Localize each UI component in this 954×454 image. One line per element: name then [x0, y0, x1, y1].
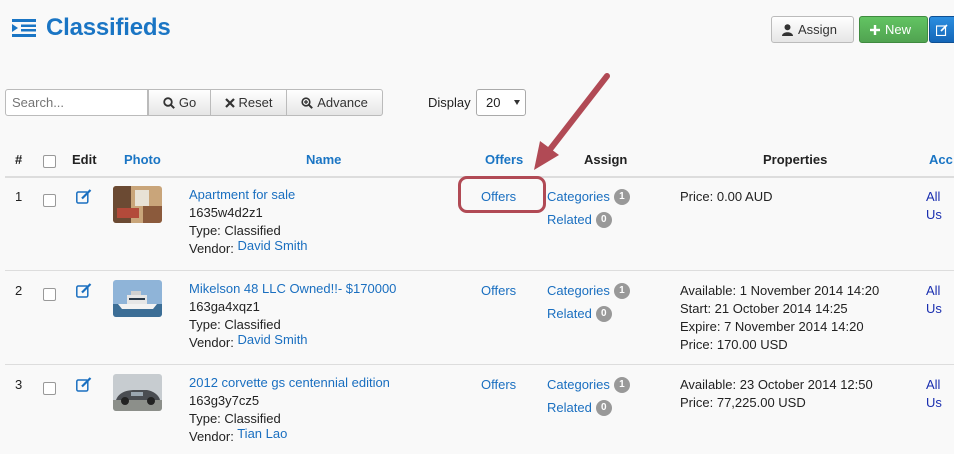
listing-name-link[interactable]: 2012 corvette gs centennial edition: [189, 375, 390, 390]
listing-type: Type: Classified: [189, 317, 281, 332]
assign-button-label: Assign: [798, 22, 838, 37]
annotation-highlight-box: [458, 176, 546, 213]
categories-count-badge: 1: [613, 376, 630, 393]
search-input[interactable]: [5, 89, 148, 116]
assign-button[interactable]: Assign: [771, 16, 854, 43]
page-header: Classifieds: [12, 14, 171, 42]
row-checkbox[interactable]: [43, 288, 56, 301]
edit-button[interactable]: [929, 16, 954, 43]
vendor-label: Vendor:: [189, 335, 234, 350]
categories-count-badge: 1: [613, 282, 630, 299]
categories-link[interactable]: Categories: [547, 189, 610, 204]
offers-link[interactable]: Offers: [481, 282, 516, 300]
row-checkbox[interactable]: [43, 194, 56, 207]
search-icon: [163, 96, 175, 109]
reset-button-label: Reset: [238, 95, 273, 110]
close-icon: [224, 97, 235, 108]
offers-link[interactable]: Offers: [481, 376, 516, 394]
related-link[interactable]: Related: [547, 400, 592, 415]
display-select-value: 20: [486, 95, 501, 110]
access-link[interactable]: All Us: [926, 376, 954, 412]
reset-button[interactable]: Reset: [210, 89, 287, 116]
row-divider: [5, 270, 954, 271]
categories-count-badge: 1: [613, 188, 630, 205]
edit-icon[interactable]: [76, 283, 92, 298]
zoom-in-icon: [301, 96, 314, 109]
listing-code: 163ga4xqz1: [189, 299, 260, 314]
property-line: Available: 1 November 2014 14:20: [680, 283, 880, 298]
related-link[interactable]: Related: [547, 306, 592, 321]
new-button[interactable]: New: [859, 16, 928, 43]
row-number: 1: [15, 189, 23, 204]
new-button-label: New: [885, 22, 912, 37]
access-link[interactable]: All Us: [926, 282, 954, 318]
page-title: Classifieds: [46, 14, 171, 41]
row-divider: [5, 364, 954, 365]
vendor-label: Vendor:: [189, 429, 234, 444]
go-button-label: Go: [178, 95, 197, 110]
listing-code: 163g3y7cz5: [189, 393, 260, 408]
list-menu-icon: [12, 19, 36, 37]
display-select[interactable]: 20: [476, 89, 526, 116]
property-line: Price: 0.00 AUD: [680, 189, 773, 204]
edit-icon[interactable]: [76, 189, 92, 204]
listing-name-link[interactable]: Apartment for sale: [189, 187, 295, 202]
related-link[interactable]: Related: [547, 212, 592, 227]
vendor-link[interactable]: David Smith: [237, 238, 307, 253]
row-number: 3: [15, 377, 23, 392]
caret-down-icon: [514, 100, 520, 105]
vendor-link[interactable]: David Smith: [237, 332, 307, 347]
edit-icon[interactable]: [76, 377, 92, 392]
listing-photo[interactable]: [113, 186, 162, 223]
user-icon: [782, 23, 793, 36]
col-header-offers[interactable]: Offers: [485, 152, 523, 167]
related-count-badge: 0: [595, 399, 612, 416]
advance-button-label: Advance: [317, 95, 368, 110]
related-count-badge: 0: [595, 211, 612, 228]
access-link[interactable]: All Us: [926, 188, 954, 224]
col-header-num: #: [15, 152, 23, 167]
edit-icon: [936, 23, 948, 36]
categories-link[interactable]: Categories: [547, 283, 610, 298]
listing-name-link[interactable]: Mikelson 48 LLC Owned!!- $170000: [189, 281, 396, 296]
advance-button[interactable]: Advance: [286, 89, 383, 116]
property-line: Price: 77,225.00 USD: [680, 395, 806, 410]
property-line: Price: 170.00 USD: [680, 337, 788, 352]
col-header-access[interactable]: Acc: [929, 152, 953, 167]
col-header-assign: Assign: [584, 152, 628, 167]
listing-code: 1635w4d2z1: [189, 205, 263, 220]
listing-type: Type: Classified: [189, 223, 281, 238]
col-header-name[interactable]: Name: [306, 152, 341, 167]
col-header-edit: Edit: [72, 152, 97, 167]
property-line: Expire: 7 November 2014 14:20: [680, 319, 864, 334]
col-header-photo[interactable]: Photo: [124, 152, 161, 167]
select-all-checkbox[interactable]: [43, 155, 56, 168]
row-number: 2: [15, 283, 23, 298]
display-label: Display: [428, 95, 471, 110]
row-checkbox[interactable]: [43, 382, 56, 395]
listing-photo[interactable]: [113, 280, 162, 317]
vendor-link[interactable]: Tian Lao: [237, 426, 287, 441]
col-header-properties: Properties: [763, 152, 828, 167]
plus-icon: [870, 24, 880, 35]
listing-type: Type: Classified: [189, 411, 281, 426]
go-button[interactable]: Go: [148, 89, 211, 116]
categories-link[interactable]: Categories: [547, 377, 610, 392]
related-count-badge: 0: [595, 305, 612, 322]
property-line: Start: 21 October 2014 14:25: [680, 301, 848, 316]
property-line: Available: 23 October 2014 12:50: [680, 377, 873, 392]
listing-photo[interactable]: [113, 374, 162, 411]
vendor-label: Vendor:: [189, 241, 234, 256]
